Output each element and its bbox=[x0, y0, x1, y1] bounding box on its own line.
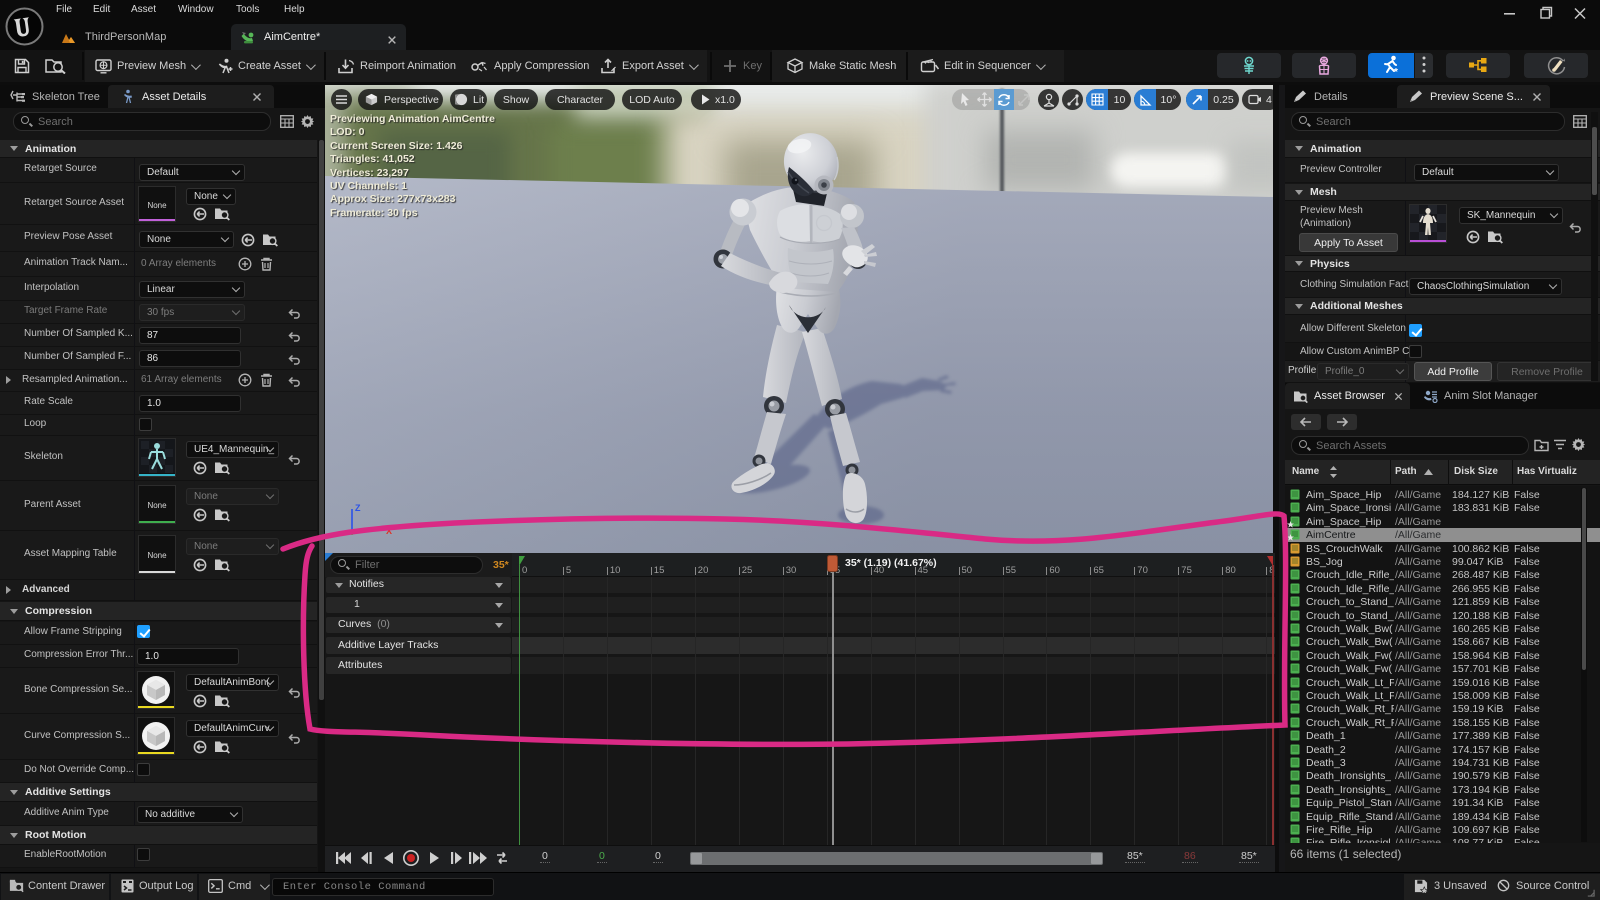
svg-text:*: * bbox=[1394, 67, 1398, 76]
svg-text:X: X bbox=[386, 526, 392, 536]
svg-text:Z: Z bbox=[355, 503, 361, 513]
